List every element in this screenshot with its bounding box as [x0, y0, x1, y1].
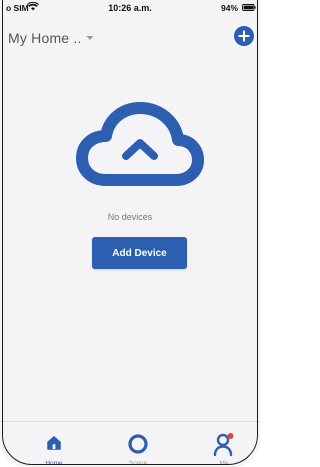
status-bar: o SIM 10:26 a.m. 94% [0, 0, 260, 18]
battery-percentage: 94% [220, 3, 238, 13]
device-frame [2, 0, 258, 465]
plus-icon [238, 30, 250, 42]
caret-down-icon [86, 36, 94, 40]
home-selector[interactable]: My Home .. [8, 28, 94, 48]
battery-icon [242, 4, 256, 11]
empty-state-message: No devices [107, 212, 153, 222]
home-icon [47, 436, 61, 450]
app-screen: o SIM 10:26 a.m. 94% My Home .. No devic… [0, 0, 260, 467]
cloud-upload-icon [76, 102, 204, 186]
tab-home-label: Home [45, 460, 63, 467]
tab-scene-label: Scene [128, 460, 148, 467]
bottom-tab-bar: Home Scene Me [0, 421, 260, 467]
scene-ring-icon [128, 434, 148, 454]
user-icon [213, 433, 234, 457]
tab-me[interactable]: Me [194, 422, 254, 467]
tab-scene[interactable]: Scene [108, 422, 168, 467]
tab-home[interactable]: Home [24, 422, 84, 467]
home-selector-label: My Home .. [8, 30, 82, 46]
add-device-button[interactable]: Add Device [92, 237, 187, 269]
notification-dot [227, 433, 234, 439]
add-button[interactable] [234, 26, 254, 46]
tab-me-label: Me [219, 460, 229, 467]
